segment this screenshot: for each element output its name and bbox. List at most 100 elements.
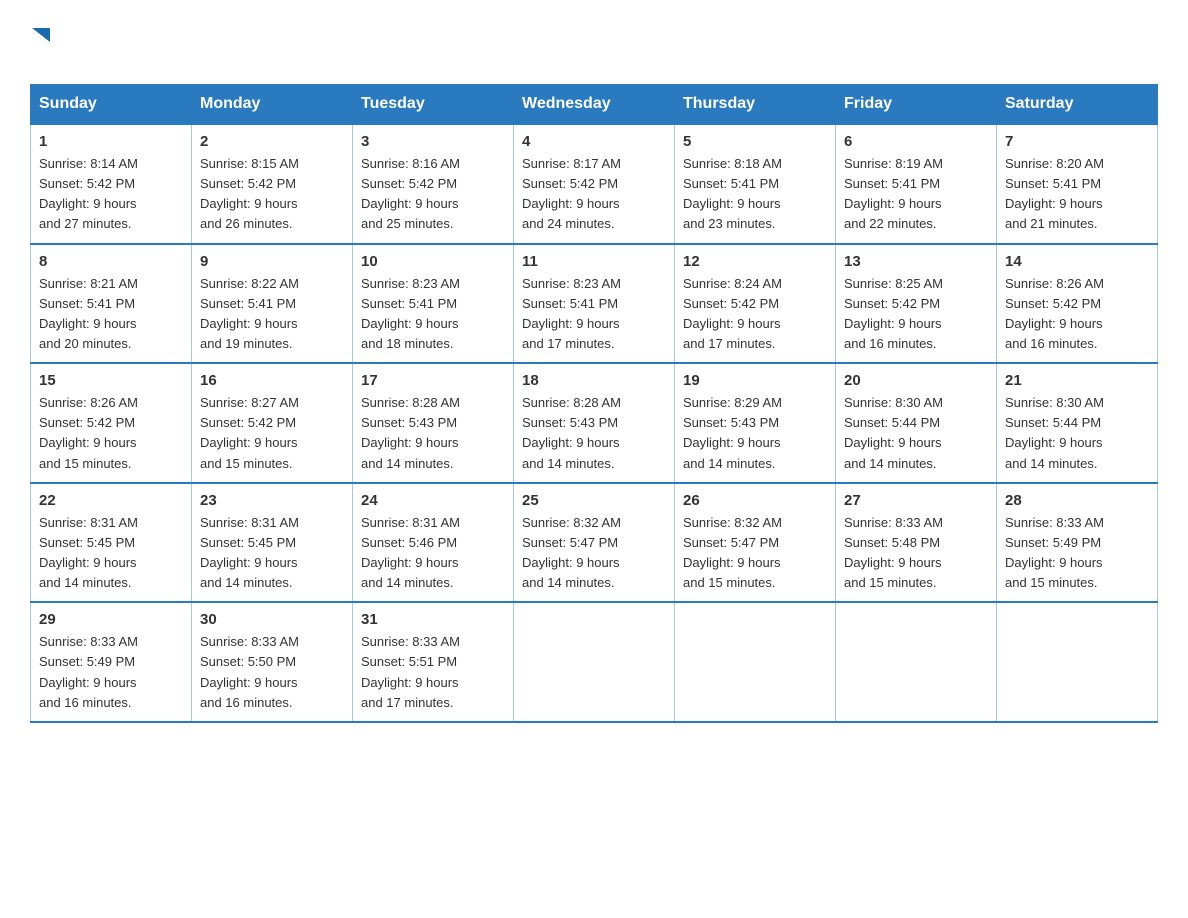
day-info: Sunrise: 8:33 AM Sunset: 5:50 PM Dayligh… [200, 632, 344, 713]
calendar-cell: 24 Sunrise: 8:31 AM Sunset: 5:46 PM Dayl… [353, 483, 514, 603]
day-info: Sunrise: 8:32 AM Sunset: 5:47 PM Dayligh… [683, 513, 827, 594]
calendar-cell: 9 Sunrise: 8:22 AM Sunset: 5:41 PM Dayli… [192, 244, 353, 364]
day-number: 6 [844, 133, 988, 150]
day-number: 4 [522, 133, 666, 150]
day-info: Sunrise: 8:33 AM Sunset: 5:49 PM Dayligh… [1005, 513, 1149, 594]
day-number: 5 [683, 133, 827, 150]
column-header-friday: Friday [836, 85, 997, 125]
day-number: 24 [361, 492, 505, 509]
calendar-cell: 30 Sunrise: 8:33 AM Sunset: 5:50 PM Dayl… [192, 602, 353, 722]
calendar-cell: 19 Sunrise: 8:29 AM Sunset: 5:43 PM Dayl… [675, 363, 836, 483]
day-info: Sunrise: 8:24 AM Sunset: 5:42 PM Dayligh… [683, 274, 827, 355]
calendar-cell: 17 Sunrise: 8:28 AM Sunset: 5:43 PM Dayl… [353, 363, 514, 483]
calendar-header-row: SundayMondayTuesdayWednesdayThursdayFrid… [31, 85, 1158, 125]
logo-triangle-icon [32, 28, 50, 42]
calendar-week-row: 15 Sunrise: 8:26 AM Sunset: 5:42 PM Dayl… [31, 363, 1158, 483]
calendar-cell: 27 Sunrise: 8:33 AM Sunset: 5:48 PM Dayl… [836, 483, 997, 603]
calendar-cell: 11 Sunrise: 8:23 AM Sunset: 5:41 PM Dayl… [514, 244, 675, 364]
page-header [30, 20, 1158, 74]
day-info: Sunrise: 8:31 AM Sunset: 5:45 PM Dayligh… [39, 513, 183, 594]
day-info: Sunrise: 8:33 AM Sunset: 5:51 PM Dayligh… [361, 632, 505, 713]
calendar-cell: 10 Sunrise: 8:23 AM Sunset: 5:41 PM Dayl… [353, 244, 514, 364]
day-number: 20 [844, 372, 988, 389]
day-number: 12 [683, 253, 827, 270]
calendar-cell [836, 602, 997, 722]
calendar-cell: 2 Sunrise: 8:15 AM Sunset: 5:42 PM Dayli… [192, 124, 353, 244]
day-number: 25 [522, 492, 666, 509]
day-info: Sunrise: 8:33 AM Sunset: 5:48 PM Dayligh… [844, 513, 988, 594]
day-number: 8 [39, 253, 183, 270]
calendar-week-row: 1 Sunrise: 8:14 AM Sunset: 5:42 PM Dayli… [31, 124, 1158, 244]
day-info: Sunrise: 8:26 AM Sunset: 5:42 PM Dayligh… [39, 393, 183, 474]
day-info: Sunrise: 8:23 AM Sunset: 5:41 PM Dayligh… [522, 274, 666, 355]
calendar-cell: 20 Sunrise: 8:30 AM Sunset: 5:44 PM Dayl… [836, 363, 997, 483]
column-header-saturday: Saturday [997, 85, 1158, 125]
calendar-cell [675, 602, 836, 722]
calendar-cell: 1 Sunrise: 8:14 AM Sunset: 5:42 PM Dayli… [31, 124, 192, 244]
day-number: 28 [1005, 492, 1149, 509]
calendar-cell: 5 Sunrise: 8:18 AM Sunset: 5:41 PM Dayli… [675, 124, 836, 244]
day-number: 29 [39, 611, 183, 628]
day-number: 3 [361, 133, 505, 150]
day-info: Sunrise: 8:20 AM Sunset: 5:41 PM Dayligh… [1005, 154, 1149, 235]
day-info: Sunrise: 8:30 AM Sunset: 5:44 PM Dayligh… [844, 393, 988, 474]
day-number: 21 [1005, 372, 1149, 389]
day-info: Sunrise: 8:29 AM Sunset: 5:43 PM Dayligh… [683, 393, 827, 474]
calendar-cell: 8 Sunrise: 8:21 AM Sunset: 5:41 PM Dayli… [31, 244, 192, 364]
day-number: 26 [683, 492, 827, 509]
calendar-cell [514, 602, 675, 722]
calendar-cell: 28 Sunrise: 8:33 AM Sunset: 5:49 PM Dayl… [997, 483, 1158, 603]
calendar-week-row: 22 Sunrise: 8:31 AM Sunset: 5:45 PM Dayl… [31, 483, 1158, 603]
calendar-cell: 6 Sunrise: 8:19 AM Sunset: 5:41 PM Dayli… [836, 124, 997, 244]
day-number: 17 [361, 372, 505, 389]
calendar-cell: 15 Sunrise: 8:26 AM Sunset: 5:42 PM Dayl… [31, 363, 192, 483]
column-header-monday: Monday [192, 85, 353, 125]
calendar-cell: 31 Sunrise: 8:33 AM Sunset: 5:51 PM Dayl… [353, 602, 514, 722]
day-info: Sunrise: 8:15 AM Sunset: 5:42 PM Dayligh… [200, 154, 344, 235]
day-number: 22 [39, 492, 183, 509]
day-number: 19 [683, 372, 827, 389]
calendar-cell: 13 Sunrise: 8:25 AM Sunset: 5:42 PM Dayl… [836, 244, 997, 364]
calendar-cell: 7 Sunrise: 8:20 AM Sunset: 5:41 PM Dayli… [997, 124, 1158, 244]
day-number: 23 [200, 492, 344, 509]
day-number: 18 [522, 372, 666, 389]
column-header-tuesday: Tuesday [353, 85, 514, 125]
day-info: Sunrise: 8:14 AM Sunset: 5:42 PM Dayligh… [39, 154, 183, 235]
day-number: 9 [200, 253, 344, 270]
calendar-week-row: 29 Sunrise: 8:33 AM Sunset: 5:49 PM Dayl… [31, 602, 1158, 722]
day-info: Sunrise: 8:28 AM Sunset: 5:43 PM Dayligh… [522, 393, 666, 474]
day-info: Sunrise: 8:33 AM Sunset: 5:49 PM Dayligh… [39, 632, 183, 713]
column-header-sunday: Sunday [31, 85, 192, 125]
day-number: 2 [200, 133, 344, 150]
calendar-cell: 4 Sunrise: 8:17 AM Sunset: 5:42 PM Dayli… [514, 124, 675, 244]
day-info: Sunrise: 8:16 AM Sunset: 5:42 PM Dayligh… [361, 154, 505, 235]
day-info: Sunrise: 8:31 AM Sunset: 5:45 PM Dayligh… [200, 513, 344, 594]
calendar-week-row: 8 Sunrise: 8:21 AM Sunset: 5:41 PM Dayli… [31, 244, 1158, 364]
logo [30, 20, 50, 74]
day-number: 1 [39, 133, 183, 150]
calendar-cell: 22 Sunrise: 8:31 AM Sunset: 5:45 PM Dayl… [31, 483, 192, 603]
day-number: 31 [361, 611, 505, 628]
day-info: Sunrise: 8:25 AM Sunset: 5:42 PM Dayligh… [844, 274, 988, 355]
day-number: 10 [361, 253, 505, 270]
calendar-cell [997, 602, 1158, 722]
day-info: Sunrise: 8:30 AM Sunset: 5:44 PM Dayligh… [1005, 393, 1149, 474]
day-info: Sunrise: 8:26 AM Sunset: 5:42 PM Dayligh… [1005, 274, 1149, 355]
day-number: 16 [200, 372, 344, 389]
day-info: Sunrise: 8:22 AM Sunset: 5:41 PM Dayligh… [200, 274, 344, 355]
calendar-cell: 23 Sunrise: 8:31 AM Sunset: 5:45 PM Dayl… [192, 483, 353, 603]
day-info: Sunrise: 8:32 AM Sunset: 5:47 PM Dayligh… [522, 513, 666, 594]
day-number: 15 [39, 372, 183, 389]
calendar-cell: 3 Sunrise: 8:16 AM Sunset: 5:42 PM Dayli… [353, 124, 514, 244]
day-info: Sunrise: 8:31 AM Sunset: 5:46 PM Dayligh… [361, 513, 505, 594]
calendar-cell: 26 Sunrise: 8:32 AM Sunset: 5:47 PM Dayl… [675, 483, 836, 603]
day-number: 7 [1005, 133, 1149, 150]
day-info: Sunrise: 8:18 AM Sunset: 5:41 PM Dayligh… [683, 154, 827, 235]
day-number: 11 [522, 253, 666, 270]
day-info: Sunrise: 8:17 AM Sunset: 5:42 PM Dayligh… [522, 154, 666, 235]
calendar-cell: 29 Sunrise: 8:33 AM Sunset: 5:49 PM Dayl… [31, 602, 192, 722]
calendar-cell: 14 Sunrise: 8:26 AM Sunset: 5:42 PM Dayl… [997, 244, 1158, 364]
day-number: 13 [844, 253, 988, 270]
day-info: Sunrise: 8:27 AM Sunset: 5:42 PM Dayligh… [200, 393, 344, 474]
day-info: Sunrise: 8:21 AM Sunset: 5:41 PM Dayligh… [39, 274, 183, 355]
